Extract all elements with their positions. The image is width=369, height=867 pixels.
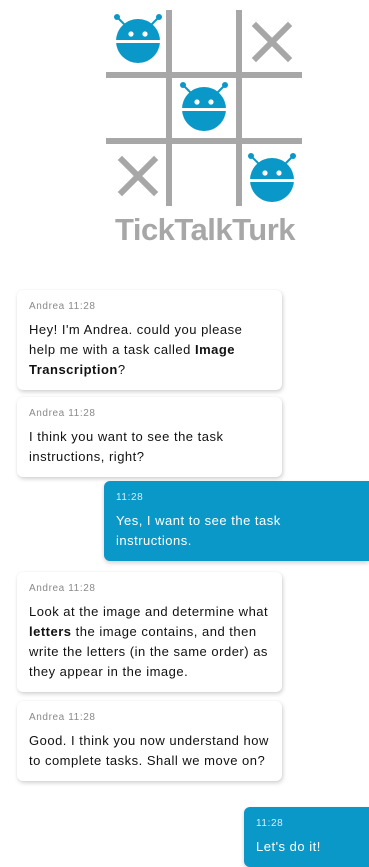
message-meta: Andrea 11:28 xyxy=(29,711,270,725)
x-mark-icon xyxy=(251,21,293,63)
message-text: Hey! I'm Andrea. could you please help m… xyxy=(29,320,270,380)
message-time: 11:28 xyxy=(116,492,144,503)
sender-name: Andrea xyxy=(29,301,65,312)
incoming-message: Andrea 11:28 Look at the image and deter… xyxy=(17,572,282,692)
ticktalkturk-logo: TickTalkTurk xyxy=(100,8,310,247)
sender-name: Andrea xyxy=(29,408,65,419)
message-meta: Andrea 11:28 xyxy=(29,407,270,421)
message-meta: Andrea 11:28 xyxy=(29,300,270,314)
logo-wordmark: TickTalkTurk xyxy=(114,212,296,247)
incoming-message: Andrea 11:28 Hey! I'm Andrea. could you … xyxy=(17,290,282,390)
message-time: 11:28 xyxy=(68,712,96,723)
robot-icon xyxy=(180,82,228,131)
sender-name: Andrea xyxy=(29,712,65,723)
message-text: Good. I think you now understand how to … xyxy=(29,731,270,771)
message-text: Look at the image and determine what let… xyxy=(29,602,270,682)
message-meta: Andrea 11:28 xyxy=(29,582,270,596)
message-text-part: ? xyxy=(117,362,126,377)
message-text-part: Look at the image and determine what xyxy=(29,604,269,619)
message-text-part: Let's do it! xyxy=(256,839,321,854)
message-time: 11:28 xyxy=(256,818,284,829)
x-mark-icon xyxy=(117,155,159,197)
message-text-part: Good. I think you now understand how to … xyxy=(29,733,269,768)
message-meta: 11:28 xyxy=(116,491,357,505)
message-text-bold: letters xyxy=(29,624,72,639)
incoming-message: Andrea 11:28 I think you want to see the… xyxy=(17,397,282,477)
robot-icon xyxy=(248,153,296,202)
message-time: 11:28 xyxy=(68,301,96,312)
robot-icon xyxy=(114,14,162,63)
outgoing-message: 11:28 Let's do it! xyxy=(244,807,369,867)
message-text-part: I think you want to see the task instruc… xyxy=(29,429,224,464)
message-time: 11:28 xyxy=(68,408,96,419)
message-text: Yes, I want to see the task instructions… xyxy=(116,511,357,551)
message-meta: 11:28 xyxy=(256,817,357,831)
tic-tac-toe-logo-graphic xyxy=(106,10,302,206)
message-text: Let's do it! xyxy=(256,837,357,857)
message-text-part: Yes, I want to see the task instructions… xyxy=(116,513,281,548)
sender-name: Andrea xyxy=(29,583,65,594)
outgoing-message: 11:28 Yes, I want to see the task instru… xyxy=(104,481,369,561)
message-time: 11:28 xyxy=(68,583,96,594)
message-text: I think you want to see the task instruc… xyxy=(29,427,270,467)
incoming-message: Andrea 11:28 Good. I think you now under… xyxy=(17,701,282,781)
